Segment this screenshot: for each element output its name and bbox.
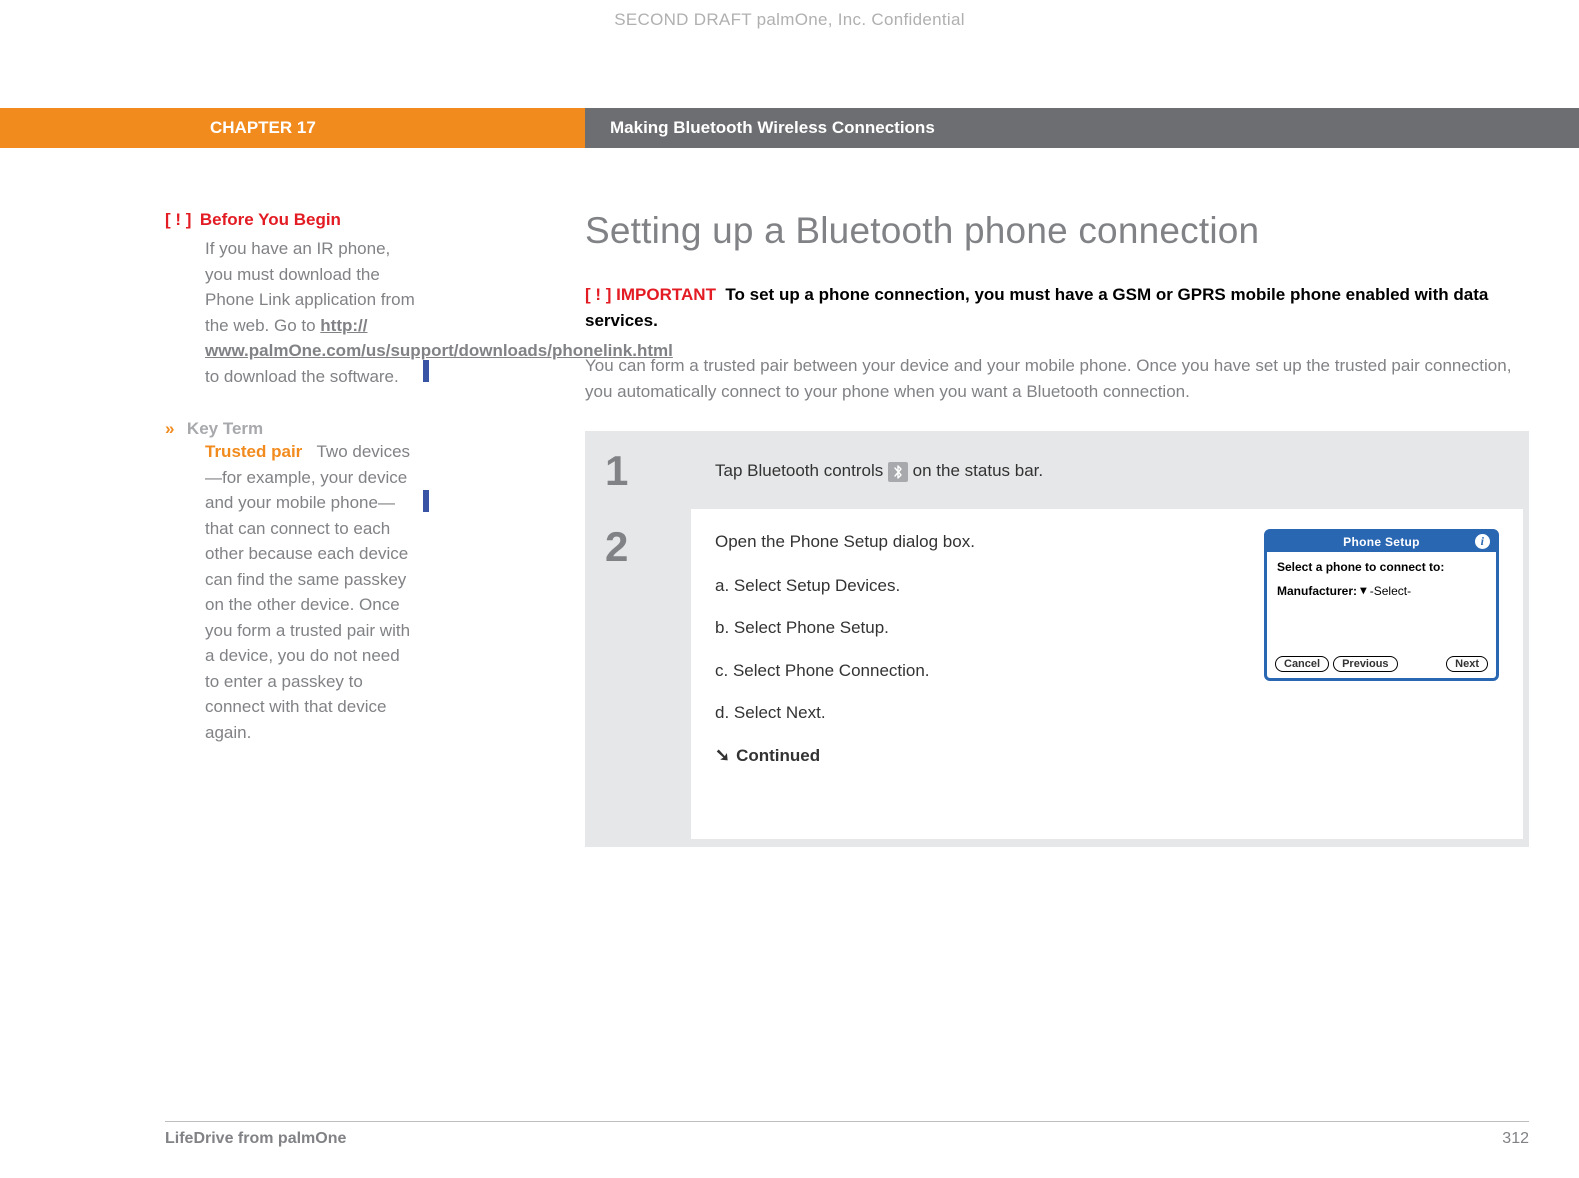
previous-button[interactable]: Previous	[1333, 656, 1397, 672]
manufacturer-dropdown[interactable]: -Select-	[1370, 584, 1411, 598]
key-term-label: Key Term	[187, 419, 263, 438]
continued-indicator: ➘ Continued	[715, 742, 1224, 770]
step-2-substeps: a. Select Setup Devices. b. Select Phone…	[715, 573, 1224, 726]
key-term-term: Trusted pair	[205, 442, 302, 461]
chapter-header: CHAPTER 17 Making Bluetooth Wireless Con…	[0, 108, 1579, 148]
important-label: IMPORTANT	[616, 285, 716, 304]
step-2-intro: Open the Phone Setup dialog box.	[715, 529, 1224, 555]
byb-body-post: to download the software.	[205, 367, 399, 386]
main-content: Setting up a Bluetooth phone connection …	[445, 210, 1529, 847]
page-number: 312	[1502, 1130, 1529, 1148]
step-number: 1	[587, 433, 677, 509]
chapter-title: Making Bluetooth Wireless Connections	[585, 108, 1579, 148]
phone-setup-dialog: Phone Setup i Select a phone to connect …	[1264, 529, 1499, 681]
bluetooth-icon	[888, 462, 908, 482]
before-you-begin-body: If you have an IR phone, you must downlo…	[165, 236, 415, 389]
dialog-title: Phone Setup	[1343, 535, 1420, 549]
revision-bar-icon	[423, 490, 429, 512]
list-item: d. Select Next.	[715, 700, 1224, 726]
manufacturer-row: Manufacturer: ▾ -Select-	[1277, 584, 1486, 598]
cancel-button[interactable]: Cancel	[1275, 656, 1329, 672]
key-term-block: » Key Term Trusted pair Two devices—for …	[165, 419, 415, 745]
list-item: a. Select Setup Devices.	[715, 573, 1224, 599]
page-footer: LifeDrive from palmOne 312	[165, 1121, 1529, 1148]
chapter-number: CHAPTER 17	[0, 108, 585, 148]
key-term-definition: Two devices—for example, your device and…	[205, 442, 410, 742]
section-heading: Setting up a Bluetooth phone connection	[585, 210, 1529, 252]
step-row: 2 Open the Phone Setup dialog box. a. Se…	[587, 509, 1523, 839]
intro-paragraph: You can form a trusted pair between your…	[585, 353, 1529, 406]
product-name: LifeDrive from palmOne	[165, 1130, 346, 1148]
before-you-begin-title: Before You Begin	[200, 210, 341, 229]
dialog-prompt: Select a phone to connect to:	[1277, 560, 1486, 574]
dropdown-icon[interactable]: ▾	[1360, 583, 1366, 597]
list-item: c. Select Phone Connection.	[715, 658, 1224, 684]
important-text: To set up a phone connection, you must h…	[585, 285, 1488, 330]
alert-marker: [ ! ]	[165, 210, 191, 229]
step-2-text: Open the Phone Setup dialog box. a. Sele…	[715, 529, 1224, 771]
before-you-begin-block: [ ! ] Before You Begin If you have an IR…	[165, 210, 415, 389]
info-icon[interactable]: i	[1475, 534, 1490, 549]
step-1-text: Tap Bluetooth controls on the status bar…	[715, 458, 1499, 484]
manufacturer-label: Manufacturer:	[1277, 584, 1357, 598]
step-number: 2	[587, 509, 677, 839]
dialog-titlebar: Phone Setup i	[1267, 532, 1496, 552]
step-row: 1 Tap Bluetooth controls on the status b…	[587, 433, 1523, 509]
steps-table: 1 Tap Bluetooth controls on the status b…	[585, 431, 1529, 847]
list-item: b. Select Phone Setup.	[715, 615, 1224, 641]
byb-body-pre: If you have an IR phone, you must downlo…	[205, 239, 415, 335]
next-button[interactable]: Next	[1446, 656, 1488, 672]
revision-bar-icon	[423, 360, 429, 382]
key-term-marker: »	[165, 419, 174, 438]
confidential-watermark: SECOND DRAFT palmOne, Inc. Confidential	[0, 10, 1579, 30]
sidebar: [ ! ] Before You Begin If you have an IR…	[165, 210, 445, 847]
alert-marker: [ ! ]	[585, 285, 611, 304]
important-note: [ ! ] IMPORTANT To set up a phone connec…	[585, 282, 1529, 333]
continued-arrow-icon: ➘	[715, 742, 730, 770]
